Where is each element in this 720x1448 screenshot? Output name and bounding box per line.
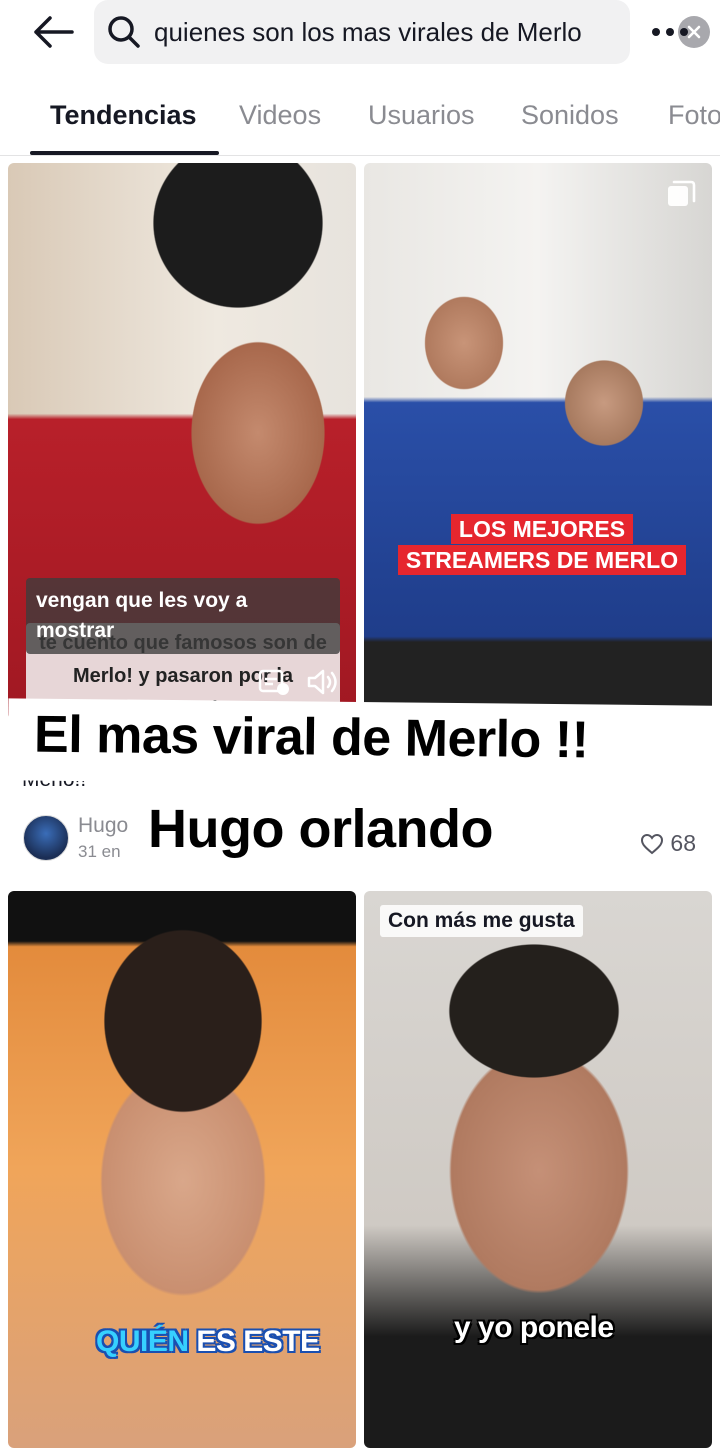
video-caption: vengan que les voy a mostrar	[26, 578, 340, 654]
video-thumbnail	[364, 891, 712, 1448]
search-header	[0, 0, 720, 68]
tab-users[interactable]: Usuarios	[368, 100, 475, 131]
back-button[interactable]	[28, 10, 76, 54]
video-caption: LOS MEJORES STREAMERS DE MERLO	[390, 513, 694, 575]
overlay-banner: El mas viral de Merlo !! Hugo orlando	[7, 698, 713, 884]
caption-line-1: LOS MEJORES	[450, 514, 634, 544]
video-caption: y yo ponele	[454, 1311, 614, 1344]
caption-line-2: STREAMERS DE MERLO	[397, 545, 687, 575]
search-icon	[108, 16, 140, 48]
caption-rest: ES ESTE	[188, 1325, 320, 1358]
more-icon-dot	[680, 28, 688, 36]
result-card-2[interactable]: LOS MEJORES STREAMERS DE MERLO	[364, 163, 712, 720]
top-label: Con más me gusta	[380, 905, 583, 937]
media-icons	[258, 668, 340, 696]
video-thumbnail	[8, 891, 356, 1448]
multi-image-icon	[668, 180, 696, 206]
overlay-text-1: El mas viral de Merlo !!	[33, 705, 589, 770]
overlay-line-1: El mas viral de Merlo !!	[7, 698, 713, 788]
result-card-1[interactable]: te cuento que famosos son de Merlo! y pa…	[8, 163, 356, 720]
sound-icon	[307, 669, 337, 695]
more-icon	[652, 28, 660, 36]
video-caption: QUIÉN ES ESTE	[96, 1325, 320, 1359]
more-icon-dot	[666, 28, 674, 36]
more-button[interactable]	[640, 12, 700, 52]
tab-sounds[interactable]: Sonidos	[521, 100, 619, 131]
result-card-3[interactable]: QUIÉN ES ESTE	[8, 891, 356, 1448]
tab-photos[interactable]: Fotos	[668, 100, 720, 131]
result-card-4[interactable]: Con más me gusta y yo ponele	[364, 891, 712, 1448]
subtitles-icon	[258, 669, 289, 695]
caption-highlight: QUIÉN	[96, 1325, 189, 1358]
tab-videos[interactable]: Videos	[239, 100, 321, 131]
tab-trending[interactable]: Tendencias	[50, 100, 197, 131]
search-box[interactable]	[94, 0, 710, 64]
search-input[interactable]	[154, 10, 614, 54]
active-tab-indicator	[30, 151, 219, 155]
search-tabs: Tendencias Videos Usuarios Sonidos Fotos	[0, 90, 720, 156]
overlay-line-2: Hugo orlando	[132, 794, 532, 874]
arrow-left-icon	[34, 16, 74, 48]
photo-thumbnail	[364, 163, 712, 720]
overlay-text-2: Hugo orlando	[148, 799, 493, 859]
